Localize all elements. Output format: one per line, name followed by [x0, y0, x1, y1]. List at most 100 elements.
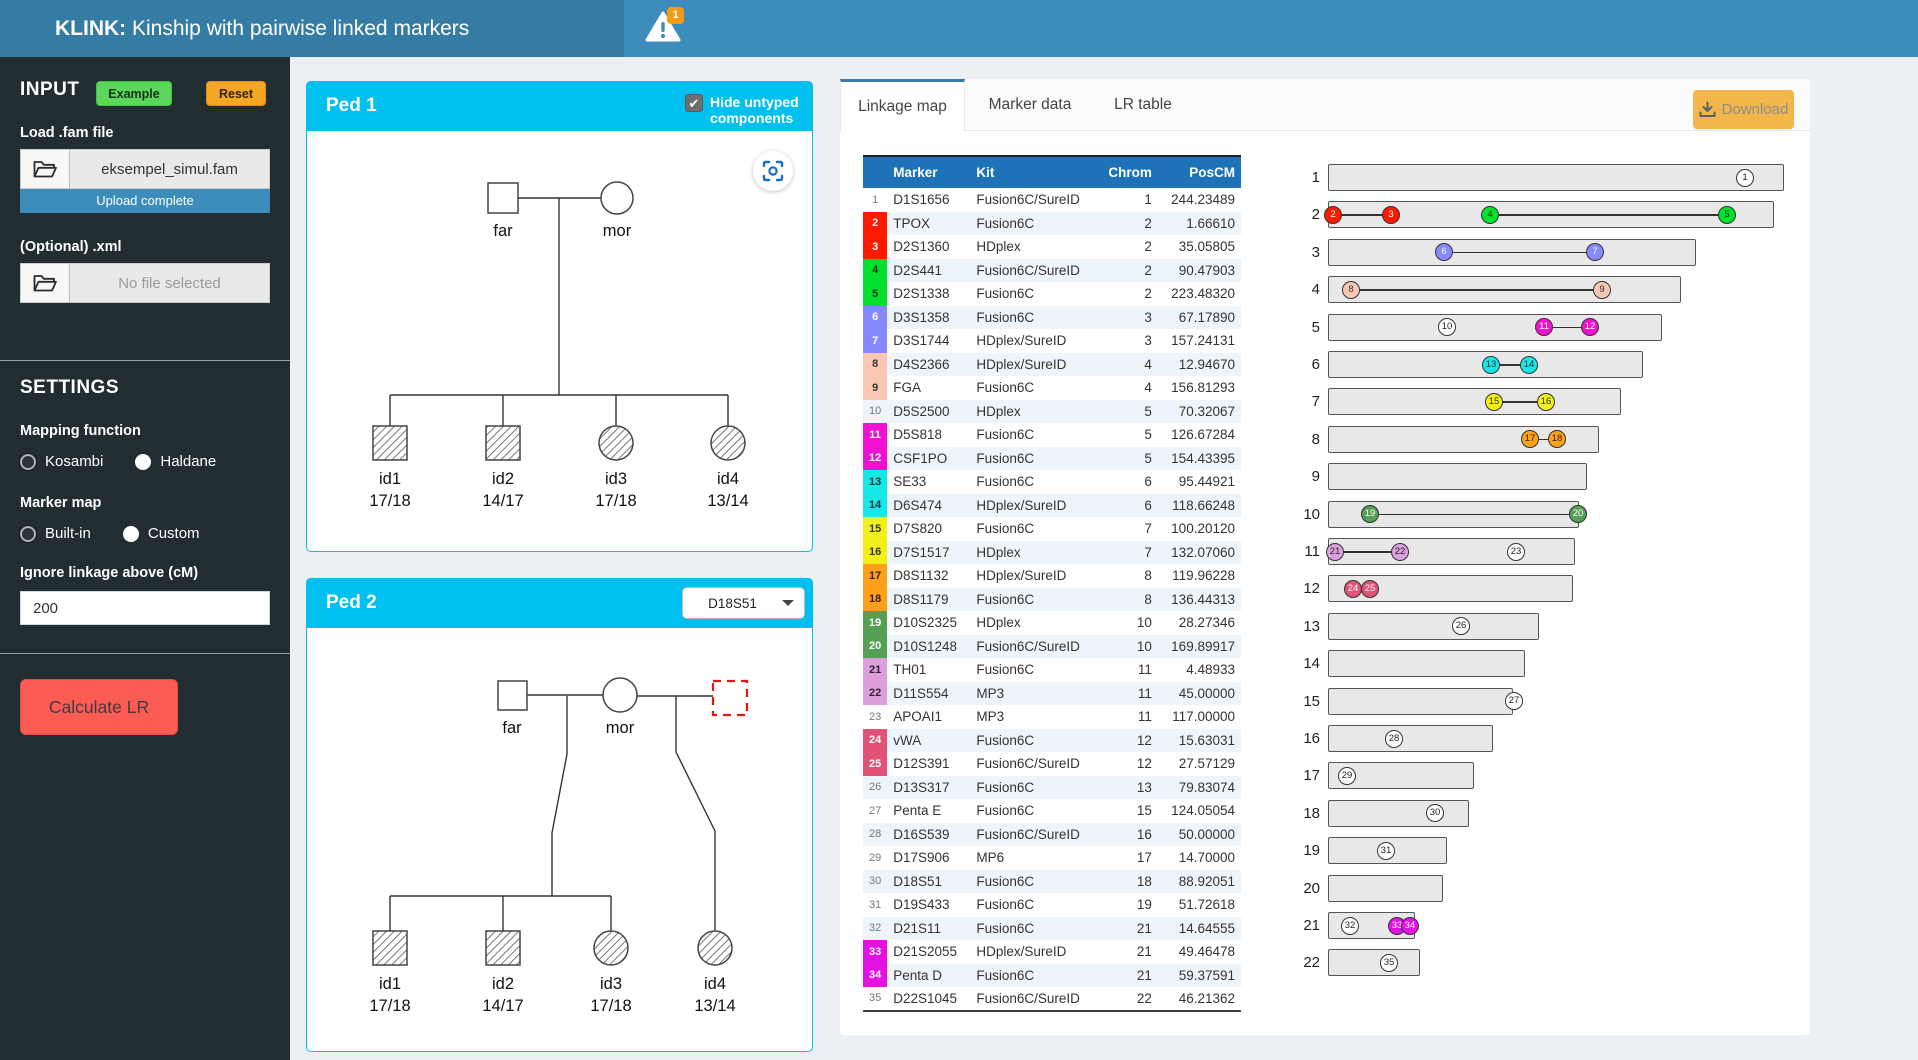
marker-dot[interactable]: 13 [1482, 356, 1500, 374]
marker-dot[interactable]: 21 [1326, 543, 1344, 561]
chromosome-bar[interactable]: 30 [1328, 800, 1469, 827]
marker-row[interactable]: 25D12S391Fusion6C/SureID1227.57129 [863, 752, 1241, 776]
marker-dot[interactable]: 17 [1521, 430, 1539, 448]
marker-row[interactable]: 13SE33Fusion6C695.44921 [863, 470, 1241, 494]
hide-untyped-checkbox[interactable]: ✔ [685, 94, 703, 112]
marker-row[interactable]: 6D3S1358Fusion6C367.17890 [863, 306, 1241, 330]
marker-dot[interactable]: 30 [1426, 804, 1444, 822]
marker-dot[interactable]: 32 [1341, 917, 1359, 935]
marker-row[interactable]: 27Penta EFusion6C15124.05054 [863, 799, 1241, 823]
marker-row[interactable]: 22D11S554MP31145.00000 [863, 682, 1241, 706]
marker-dot[interactable]: 16 [1537, 393, 1555, 411]
chromosome-bar[interactable]: 2345 [1328, 201, 1774, 228]
marker-dot[interactable]: 27 [1505, 692, 1523, 710]
chromosome-bar[interactable]: 1718 [1328, 426, 1599, 453]
chromosome-bar[interactable]: 29 [1328, 762, 1474, 789]
marker-row[interactable]: 35D22S1045Fusion6C/SureID2246.21362 [863, 987, 1241, 1011]
marker-row[interactable]: 8D4S2366HDplex/SureID412.94670 [863, 353, 1241, 377]
ped2-child4-symbol[interactable] [698, 931, 732, 965]
tab-lr-table[interactable]: LR table [1095, 79, 1191, 131]
marker-dot[interactable]: 26 [1452, 617, 1470, 635]
marker-row[interactable]: 17D8S1132HDplex/SureID8119.96228 [863, 564, 1241, 588]
haldane-radio[interactable] [135, 454, 151, 470]
ped1-father-symbol[interactable] [488, 183, 518, 213]
marker-dot[interactable]: 19 [1361, 505, 1379, 523]
ped2-child3-symbol[interactable] [594, 931, 628, 965]
marker-dot[interactable]: 14 [1520, 356, 1538, 374]
marker-select[interactable]: D18S51 [682, 587, 805, 619]
marker-row[interactable]: 5D2S1338Fusion6C2223.48320 [863, 282, 1241, 306]
ped2-father-symbol[interactable] [498, 681, 527, 710]
ped2-unknown-father-symbol[interactable] [713, 681, 747, 715]
chromosome-bar[interactable]: 2425 [1328, 575, 1573, 602]
marker-row[interactable]: 19D10S2325HDplex1028.27346 [863, 611, 1241, 635]
marker-dot[interactable]: 5 [1718, 206, 1736, 224]
ped2-child1-symbol[interactable] [373, 931, 407, 965]
marker-dot[interactable]: 29 [1338, 767, 1356, 785]
xml-browse-button[interactable] [20, 263, 70, 303]
marker-row[interactable]: 10D5S2500HDplex570.32067 [863, 400, 1241, 424]
chromosome-bar[interactable]: 21 22 23 [1328, 538, 1575, 565]
marker-dot[interactable]: 1 [1736, 169, 1754, 187]
marker-row[interactable]: 20D10S1248Fusion6C/SureID10169.89917 [863, 635, 1241, 659]
marker-dot[interactable]: 6 [1435, 243, 1453, 261]
chromosome-bar[interactable]: 28 [1328, 725, 1493, 752]
ped1-child3-symbol[interactable] [599, 426, 633, 460]
marker-dot[interactable]: 7 [1586, 243, 1604, 261]
tab-linkage-map[interactable]: Linkage map [840, 79, 965, 131]
marker-dot[interactable]: 34 [1401, 917, 1419, 935]
marker-dot[interactable]: 24 [1344, 580, 1362, 598]
marker-row[interactable]: 32D21S11Fusion6C2114.64555 [863, 917, 1241, 941]
marker-dot[interactable]: 35 [1380, 954, 1398, 972]
fam-browse-button[interactable] [20, 149, 70, 189]
marker-dot[interactable]: 10 [1438, 318, 1456, 336]
ped1-child4-symbol[interactable] [711, 426, 745, 460]
marker-row[interactable]: 30D18S51Fusion6C1888.92051 [863, 870, 1241, 894]
marker-row[interactable]: 15D7S820Fusion6C7100.20120 [863, 517, 1241, 541]
marker-row[interactable]: 14D6S474HDplex/SureID6118.66248 [863, 494, 1241, 518]
xml-file-input[interactable]: No file selected [20, 263, 270, 303]
chromosome-bar[interactable] [1328, 875, 1443, 902]
marker-row[interactable]: 21TH01Fusion6C114.48933 [863, 658, 1241, 682]
ped1-child2-symbol[interactable] [486, 426, 520, 460]
chromosome-bar[interactable]: 35 [1328, 949, 1420, 976]
marker-row[interactable]: 16D7S1517HDplex7132.07060 [863, 541, 1241, 565]
marker-row[interactable]: 7D3S1744HDplex/SureID3157.24131 [863, 329, 1241, 353]
chromosome-bar[interactable] [1328, 463, 1587, 490]
chromosome-bar[interactable]: 101112 [1328, 314, 1662, 341]
marker-dot[interactable]: 4 [1481, 206, 1499, 224]
marker-dot[interactable]: 22 [1391, 543, 1409, 561]
calculate-lr-button[interactable]: Calculate LR [20, 679, 178, 735]
marker-row[interactable]: 2TPOXFusion6C21.66610 [863, 212, 1241, 236]
marker-dot[interactable]: 11 [1535, 318, 1553, 336]
custom-radio[interactable] [123, 526, 139, 542]
chromosome-bar[interactable]: 67 [1328, 239, 1696, 266]
chromosome-bar[interactable]: 13 14 [1328, 351, 1643, 378]
ped1-child1-symbol[interactable] [373, 426, 407, 460]
marker-row[interactable]: 28D16S539Fusion6C/SureID1650.00000 [863, 823, 1241, 847]
marker-dot[interactable]: 2 [1324, 206, 1342, 224]
marker-row[interactable]: 33D21S2055HDplex/SureID2149.46478 [863, 940, 1241, 964]
marker-row[interactable]: 34Penta DFusion6C2159.37591 [863, 964, 1241, 988]
download-button[interactable]: Download [1693, 90, 1794, 129]
chromosome-bar[interactable]: 323334 [1328, 912, 1415, 939]
chromosome-bar[interactable]: 26 [1328, 613, 1539, 640]
marker-row[interactable]: 12CSF1POFusion6C5154.43395 [863, 447, 1241, 471]
marker-dot[interactable]: 18 [1548, 430, 1566, 448]
marker-dot[interactable]: 9 [1593, 281, 1611, 299]
example-button[interactable]: Example [96, 81, 172, 106]
marker-row[interactable]: 18D8S1179Fusion6C8136.44313 [863, 588, 1241, 612]
marker-row[interactable]: 29D17S906MP61714.70000 [863, 846, 1241, 870]
ignore-linkage-input[interactable] [20, 591, 270, 625]
chromosome-bar[interactable]: 1920 [1328, 501, 1579, 528]
marker-row[interactable]: 4D2S441Fusion6C/SureID290.47903 [863, 259, 1241, 283]
chromosome-bar[interactable]: 31 [1328, 837, 1447, 864]
marker-row[interactable]: 26D13S317Fusion6C1379.83074 [863, 776, 1241, 800]
marker-dot[interactable]: 3 [1382, 206, 1400, 224]
marker-dot[interactable]: 23 [1507, 543, 1525, 561]
chromosome-bar[interactable] [1328, 650, 1525, 677]
fam-file-input[interactable]: eksempel_simul.fam [20, 149, 270, 189]
marker-row[interactable]: 11D5S818Fusion6C5126.67284 [863, 423, 1241, 447]
marker-dot[interactable]: 8 [1342, 281, 1360, 299]
tab-marker-data[interactable]: Marker data [965, 79, 1095, 131]
